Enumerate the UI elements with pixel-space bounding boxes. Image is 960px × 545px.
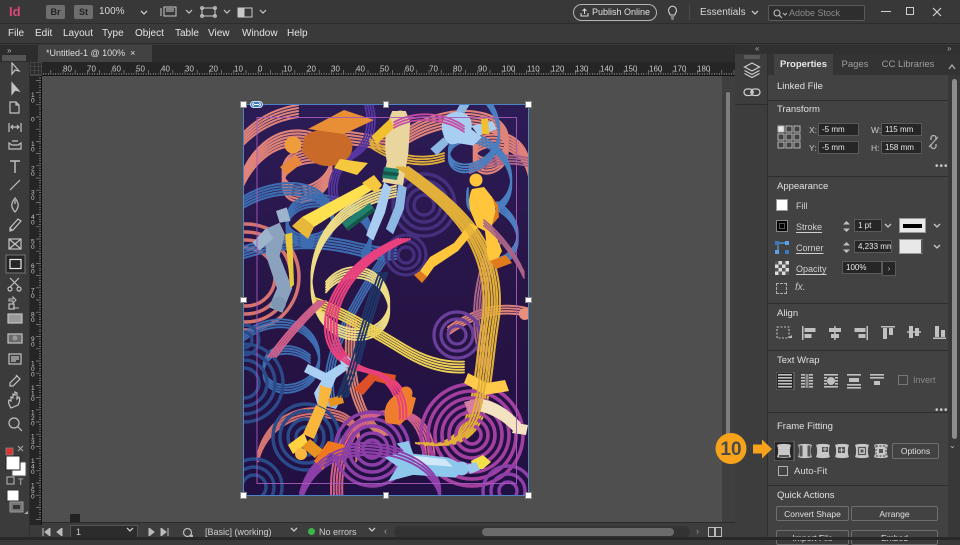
svg-text:40: 40: [161, 65, 170, 74]
svg-text:140: 140: [600, 65, 614, 74]
svg-text:0: 0: [31, 146, 35, 153]
svg-text:70: 70: [429, 65, 438, 74]
svg-text:20: 20: [307, 65, 316, 74]
svg-text:110: 110: [527, 65, 540, 74]
svg-text:180: 180: [697, 65, 711, 74]
svg-text:0: 0: [31, 244, 35, 251]
svg-text:120: 120: [551, 65, 565, 74]
svg-text:0: 0: [31, 293, 35, 300]
svg-text:0: 0: [31, 469, 35, 476]
svg-text:0: 0: [31, 396, 35, 403]
svg-text:10: 10: [283, 65, 292, 74]
svg-text:0: 0: [31, 268, 35, 275]
svg-text:30: 30: [185, 65, 194, 74]
svg-text:50: 50: [380, 65, 389, 74]
svg-text:70: 70: [87, 65, 96, 74]
svg-text:100: 100: [502, 65, 516, 74]
svg-text:0: 0: [31, 171, 35, 178]
svg-text:0: 0: [31, 494, 35, 501]
svg-text:150: 150: [624, 65, 638, 74]
svg-text:50: 50: [136, 65, 145, 74]
svg-text:0: 0: [258, 65, 263, 74]
svg-text:0: 0: [31, 317, 35, 324]
svg-text:10: 10: [720, 439, 741, 460]
svg-text:60: 60: [112, 65, 121, 74]
svg-text:0: 0: [31, 117, 35, 124]
svg-text:0: 0: [31, 220, 35, 227]
svg-text:0: 0: [31, 342, 35, 349]
svg-text:0: 0: [31, 420, 35, 427]
svg-text:80: 80: [63, 65, 72, 74]
svg-text:0: 0: [31, 98, 35, 105]
svg-text:20: 20: [209, 65, 218, 74]
svg-text:40: 40: [356, 65, 365, 74]
svg-text:30: 30: [331, 65, 340, 74]
svg-text:60: 60: [405, 65, 414, 74]
svg-text:10: 10: [234, 65, 243, 74]
svg-text:0: 0: [31, 372, 35, 379]
svg-text:80: 80: [453, 65, 462, 74]
svg-text:0: 0: [31, 195, 35, 202]
svg-text:130: 130: [575, 65, 589, 74]
svg-text:160: 160: [649, 65, 663, 74]
svg-text:170: 170: [673, 65, 687, 74]
svg-text:90: 90: [478, 65, 487, 74]
svg-text:T: T: [18, 477, 24, 487]
svg-text:0: 0: [31, 445, 35, 452]
